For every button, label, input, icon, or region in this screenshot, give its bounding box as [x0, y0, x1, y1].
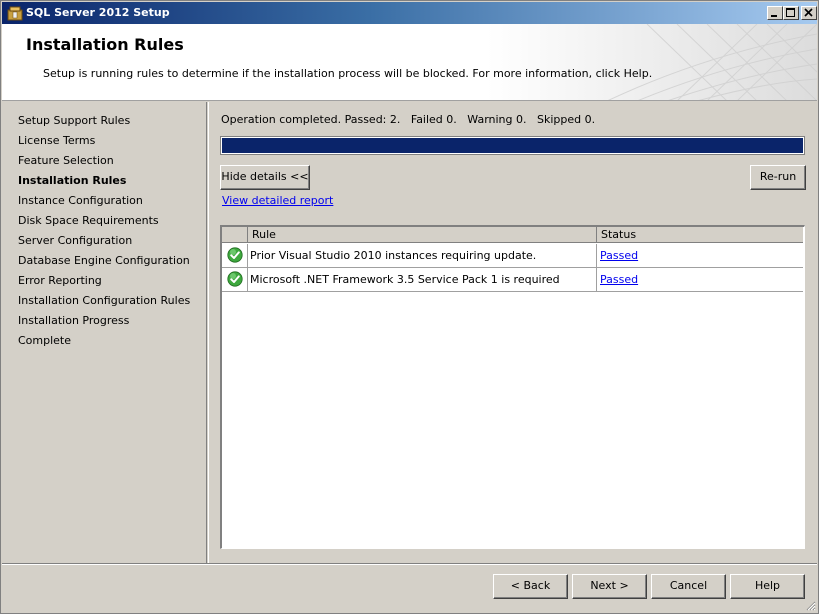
column-header-status[interactable]: Status: [597, 227, 803, 243]
nav-step-installation-configuration-rules[interactable]: Installation Configuration Rules: [18, 294, 190, 307]
header-decoration: [487, 24, 817, 100]
nav-step-complete[interactable]: Complete: [18, 334, 71, 347]
progress-fill: [222, 138, 803, 153]
next-button[interactable]: Next >: [572, 574, 647, 599]
nav-step-disk-space-requirements[interactable]: Disk Space Requirements: [18, 214, 159, 227]
nav-step-instance-configuration[interactable]: Instance Configuration: [18, 194, 143, 207]
rule-status-link[interactable]: Passed: [600, 273, 638, 286]
sql-server-setup-icon: [7, 6, 23, 21]
help-button[interactable]: Help: [730, 574, 805, 599]
cancel-button[interactable]: Cancel: [651, 574, 726, 599]
rule-name: Microsoft .NET Framework 3.5 Service Pac…: [248, 268, 597, 291]
rerun-button[interactable]: Re-run: [750, 165, 806, 190]
table-header: Rule Status: [222, 227, 803, 243]
resize-grip-icon[interactable]: [804, 599, 816, 611]
table-row[interactable]: Prior Visual Studio 2010 instances requi…: [222, 244, 803, 268]
row-status-icon-cell: [222, 268, 248, 291]
nav-step-feature-selection[interactable]: Feature Selection: [18, 154, 114, 167]
close-icon: [804, 8, 813, 17]
nav-step-installation-progress[interactable]: Installation Progress: [18, 314, 129, 327]
rule-name: Prior Visual Studio 2010 instances requi…: [248, 244, 597, 267]
nav-step-server-configuration[interactable]: Server Configuration: [18, 234, 132, 247]
nav-step-license-terms[interactable]: License Terms: [18, 134, 95, 147]
row-status-icon-cell: [222, 244, 248, 267]
column-header-rule[interactable]: Rule: [248, 227, 597, 243]
footer-separator: [2, 563, 817, 565]
green-check-icon: [226, 247, 243, 263]
title-bar[interactable]: SQL Server 2012 Setup: [2, 2, 817, 24]
page-description: Setup is running rules to determine if t…: [43, 67, 653, 80]
nav-step-error-reporting[interactable]: Error Reporting: [18, 274, 102, 287]
nav-step-installation-rules[interactable]: Installation Rules: [18, 174, 126, 187]
back-button[interactable]: < Back: [493, 574, 568, 599]
operation-status-text: Operation completed. Passed: 2. Failed 0…: [221, 113, 596, 126]
close-button[interactable]: [801, 6, 817, 20]
nav-step-database-engine-configuration[interactable]: Database Engine Configuration: [18, 254, 190, 267]
minimize-button[interactable]: [767, 6, 783, 20]
view-detailed-report-link[interactable]: View detailed report: [222, 194, 333, 207]
progress-bar: [220, 136, 805, 155]
step-navigation: Setup Support Rules License Terms Featur…: [2, 102, 207, 563]
page-title: Installation Rules: [26, 35, 184, 54]
maximize-button[interactable]: [783, 6, 799, 20]
green-check-icon: [226, 271, 243, 287]
rule-status-link[interactable]: Passed: [600, 249, 638, 262]
column-header-icon[interactable]: [222, 227, 248, 243]
table-row[interactable]: Microsoft .NET Framework 3.5 Service Pac…: [222, 268, 803, 292]
window-title: SQL Server 2012 Setup: [26, 6, 170, 19]
rule-status-cell: Passed: [597, 268, 803, 291]
setup-window: SQL Server 2012 Setup Installation Rules…: [0, 0, 819, 614]
page-header: Installation Rules Setup is running rule…: [2, 24, 817, 101]
minimize-icon: [771, 15, 777, 17]
maximize-icon: [786, 8, 795, 17]
nav-step-setup-support-rules[interactable]: Setup Support Rules: [18, 114, 130, 127]
hide-details-button[interactable]: Hide details <<: [220, 165, 310, 190]
main-content: Operation completed. Passed: 2. Failed 0…: [208, 102, 817, 563]
rules-table: Rule Status Prior Visual Studio 2010 ins…: [220, 225, 805, 549]
rule-status-cell: Passed: [597, 244, 803, 267]
